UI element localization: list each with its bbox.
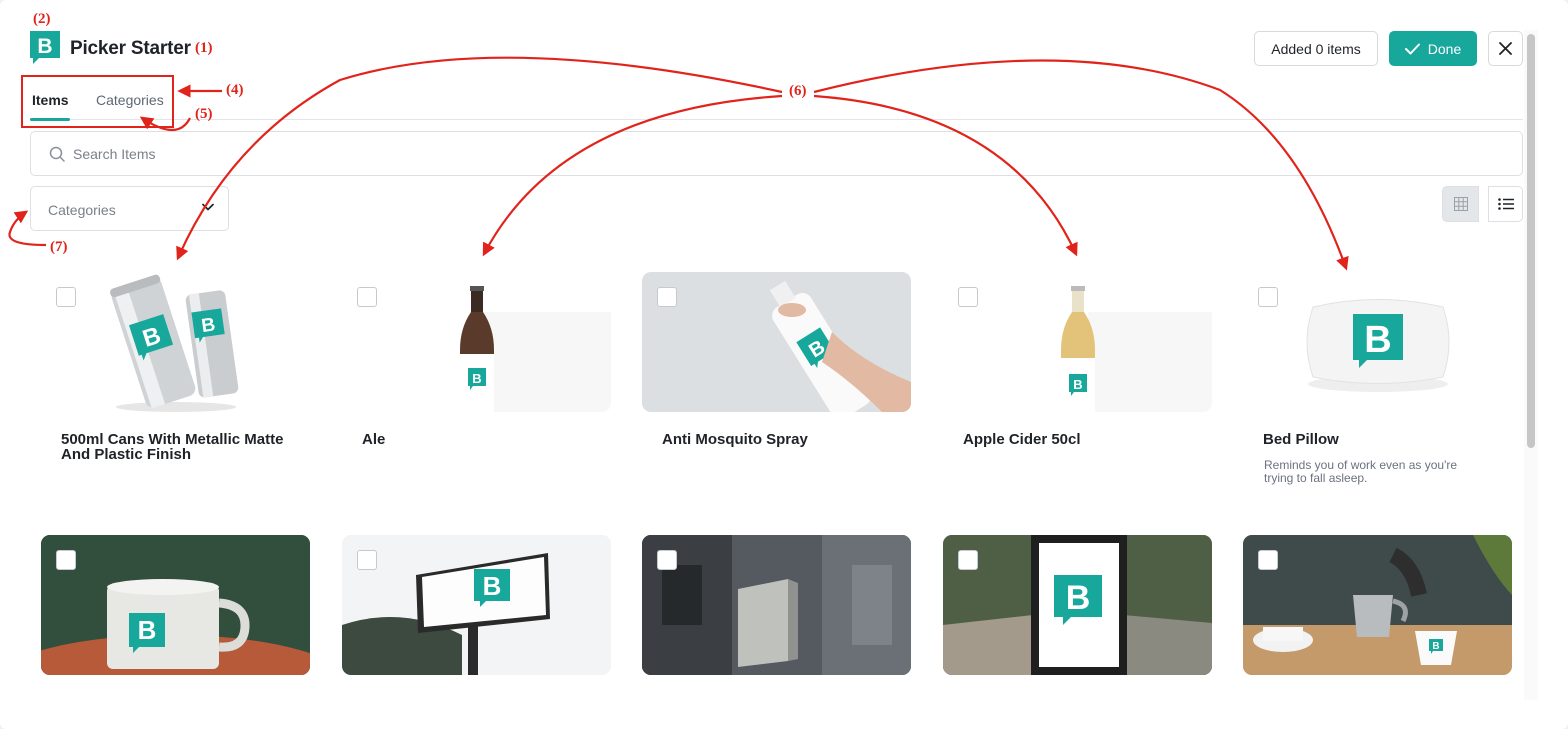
search-icon: [49, 146, 65, 162]
item-title: 500ml Cans With Metallic Matte And Plast…: [61, 431, 284, 463]
done-label: Done: [1427, 40, 1462, 57]
item-checkbox[interactable]: [1258, 287, 1278, 307]
item-image-bottle-dark: B: [342, 272, 611, 412]
tabs-divider: [30, 119, 1523, 120]
item-description: Reminds you of work even as you're tryin…: [1264, 458, 1458, 485]
svg-text:B: B: [1432, 641, 1439, 652]
svg-text:B: B: [483, 571, 502, 601]
svg-text:B: B: [472, 371, 481, 386]
grid-view-button[interactable]: [1442, 186, 1479, 222]
item-image-cans: B B: [41, 272, 310, 412]
grid-icon: [1453, 197, 1468, 211]
item-image-bottle-light: B: [943, 272, 1212, 412]
item-checkbox[interactable]: [958, 287, 978, 307]
annotation-label: (1): [195, 40, 213, 56]
close-icon: [1499, 42, 1512, 55]
item-checkbox[interactable]: [56, 550, 76, 570]
annotation-label: (7): [50, 239, 68, 255]
close-button[interactable]: [1488, 31, 1523, 66]
search-box: [30, 131, 1523, 176]
list-view-button[interactable]: [1488, 186, 1523, 222]
item-checkbox[interactable]: [56, 287, 76, 307]
item-checkbox[interactable]: [657, 550, 677, 570]
svg-text:B: B: [37, 35, 52, 58]
tabs-highlight-box: [21, 75, 174, 128]
annotation-label: (4): [226, 82, 244, 98]
item-image-latte: B: [1243, 535, 1512, 675]
categories-dropdown[interactable]: Categories: [30, 186, 229, 231]
item-image-mug: B: [41, 535, 310, 675]
item-image-billboard: B: [342, 535, 611, 675]
item-image-spray: B: [642, 272, 911, 412]
item-title: Anti Mosquito Spray: [662, 431, 808, 448]
chevron-down-icon: [202, 203, 214, 211]
scrollbar-thumb[interactable]: [1527, 34, 1535, 448]
item-checkbox[interactable]: [357, 287, 377, 307]
item-checkbox[interactable]: [657, 287, 677, 307]
item-title: Bed Pillow: [1263, 431, 1339, 448]
item-checkbox[interactable]: [357, 550, 377, 570]
list-icon: [1497, 198, 1514, 210]
item-checkbox[interactable]: [1258, 550, 1278, 570]
page-title: Picker Starter: [70, 38, 191, 59]
item-image-bus-stop: B: [943, 535, 1212, 675]
annotation-label: (6): [789, 83, 807, 99]
annotation-label: (2): [33, 11, 51, 27]
added-items-label: Added 0 items: [1271, 40, 1361, 57]
item-image-sign: [642, 535, 911, 675]
search-input[interactable]: [73, 133, 1473, 174]
picker-modal: B Picker Starter Added 0 items Done Item…: [0, 0, 1568, 729]
svg-text:B: B: [200, 314, 217, 337]
svg-text:B: B: [1073, 377, 1082, 392]
item-title: Apple Cider 50cl: [963, 431, 1081, 448]
done-button[interactable]: Done: [1389, 31, 1477, 66]
item-checkbox[interactable]: [958, 550, 978, 570]
svg-text:B: B: [1066, 579, 1091, 617]
item-title: Ale: [362, 431, 386, 448]
svg-text:B: B: [1364, 319, 1391, 361]
item-image-pillow: B: [1243, 272, 1512, 412]
brand-logo-icon: B: [30, 31, 60, 64]
svg-text:B: B: [138, 615, 157, 645]
annotation-label: (5): [195, 106, 213, 122]
added-items-button[interactable]: Added 0 items: [1254, 31, 1378, 66]
categories-dropdown-label: Categories: [48, 202, 116, 218]
checkmark-icon: [1404, 43, 1420, 54]
